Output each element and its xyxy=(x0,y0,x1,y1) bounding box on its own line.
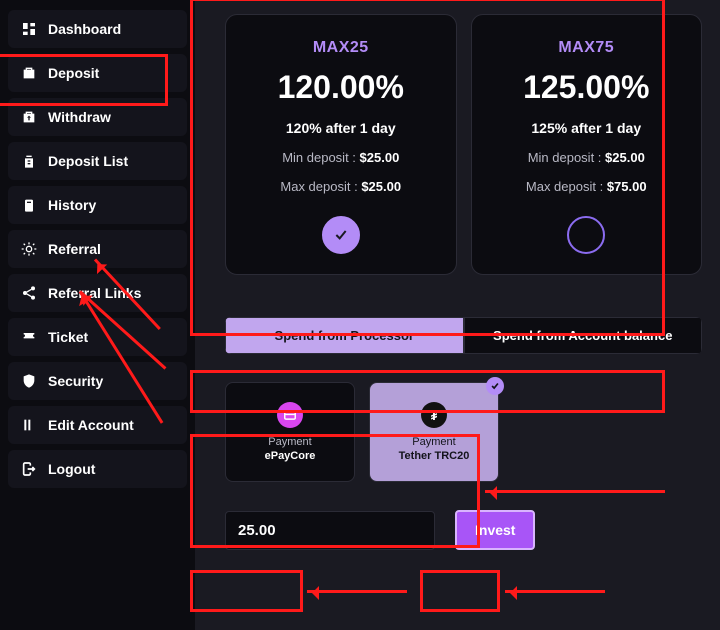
plan-select-radio[interactable] xyxy=(567,216,605,254)
sidebar-item-label: Deposit xyxy=(48,65,99,81)
plan-percent: 125.00% xyxy=(523,69,649,106)
sidebar-item-deposit-list[interactable]: Deposit List xyxy=(8,142,187,180)
list-icon xyxy=(20,152,38,170)
history-icon xyxy=(20,196,38,214)
deposit-icon xyxy=(20,64,38,82)
plan-card-max75[interactable]: MAX75 125.00% 125% after 1 day Min depos… xyxy=(471,14,703,275)
sidebar-item-label: Withdraw xyxy=(48,109,111,125)
annotation-box xyxy=(190,570,303,612)
sidebar-item-deposit[interactable]: Deposit xyxy=(8,54,187,92)
sidebar-item-logout[interactable]: Logout xyxy=(8,450,187,488)
plan-card-max25[interactable]: MAX25 120.00% 120% after 1 day Min depos… xyxy=(225,14,457,275)
ticket-icon xyxy=(20,328,38,346)
amount-input[interactable] xyxy=(225,511,435,550)
logout-icon xyxy=(20,460,38,478)
spend-from-processor-button[interactable]: Spend from Processor xyxy=(225,317,464,354)
sidebar-item-label: History xyxy=(48,197,96,213)
main-content: MAX25 120.00% 120% after 1 day Min depos… xyxy=(195,0,720,630)
edit-icon xyxy=(20,416,38,434)
plan-max: Max deposit : $25.00 xyxy=(280,179,401,194)
spend-from-balance-button[interactable]: Spend from Account balance xyxy=(464,317,703,354)
sidebar: Dashboard Deposit Withdraw Deposit List … xyxy=(0,0,195,630)
spend-from-toggle: Spend from Processor Spend from Account … xyxy=(225,317,702,354)
tether-icon: ₮ xyxy=(421,402,447,428)
plans-row: MAX25 120.00% 120% after 1 day Min depos… xyxy=(225,14,702,275)
withdraw-icon xyxy=(20,108,38,126)
annotation-arrow xyxy=(505,590,605,593)
processor-name: Tether TRC20 xyxy=(399,450,470,462)
sidebar-item-history[interactable]: History xyxy=(8,186,187,224)
processor-epaycore[interactable]: Payment ePayCore xyxy=(225,382,355,482)
invest-row: Invest xyxy=(225,510,702,550)
annotation-arrow xyxy=(485,490,665,493)
annotation-arrow xyxy=(307,590,407,593)
sidebar-item-label: Referral Links xyxy=(48,285,141,301)
plan-max: Max deposit : $75.00 xyxy=(526,179,647,194)
sidebar-item-edit-account[interactable]: Edit Account xyxy=(8,406,187,444)
plan-percent: 120.00% xyxy=(278,69,404,106)
sidebar-item-withdraw[interactable]: Withdraw xyxy=(8,98,187,136)
processor-name: ePayCore xyxy=(265,450,316,462)
sidebar-item-label: Security xyxy=(48,373,103,389)
plan-min: Min deposit : $25.00 xyxy=(282,150,399,165)
shield-icon xyxy=(20,372,38,390)
sidebar-item-security[interactable]: Security xyxy=(8,362,187,400)
plan-select-radio[interactable] xyxy=(322,216,360,254)
sidebar-item-label: Dashboard xyxy=(48,21,121,37)
sidebar-item-label: Referral xyxy=(48,241,101,257)
processors-row: Payment ePayCore ₮ Payment Tether TRC20 xyxy=(225,382,702,482)
sidebar-item-referral[interactable]: Referral xyxy=(8,230,187,268)
sidebar-item-ticket[interactable]: Ticket xyxy=(8,318,187,356)
processor-tether[interactable]: ₮ Payment Tether TRC20 xyxy=(369,382,499,482)
sidebar-item-label: Edit Account xyxy=(48,417,134,433)
share-icon xyxy=(20,284,38,302)
sidebar-item-label: Deposit List xyxy=(48,153,128,169)
referral-icon xyxy=(20,240,38,258)
check-icon xyxy=(486,377,504,395)
processor-label: Payment xyxy=(268,436,311,448)
sidebar-item-label: Logout xyxy=(48,461,95,477)
dashboard-icon xyxy=(20,20,38,38)
plan-min: Min deposit : $25.00 xyxy=(528,150,645,165)
processor-label: Payment xyxy=(412,436,455,448)
plan-name: MAX75 xyxy=(558,39,614,57)
invest-button[interactable]: Invest xyxy=(455,510,535,550)
sidebar-item-referral-links[interactable]: Referral Links xyxy=(8,274,187,312)
epaycore-icon xyxy=(277,402,303,428)
sidebar-item-label: Ticket xyxy=(48,329,88,345)
plan-name: MAX25 xyxy=(313,39,369,57)
plan-after: 120% after 1 day xyxy=(286,120,396,136)
annotation-box xyxy=(420,570,500,612)
plan-after: 125% after 1 day xyxy=(531,120,641,136)
sidebar-item-dashboard[interactable]: Dashboard xyxy=(8,10,187,48)
